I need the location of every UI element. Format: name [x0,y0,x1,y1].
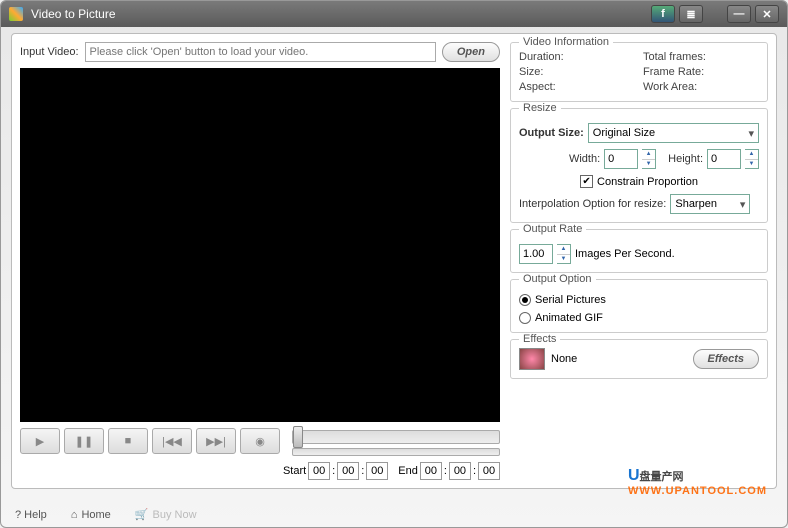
start-hour[interactable] [308,462,330,480]
output-size-select[interactable]: Original Size ▾ [588,123,759,143]
output-rate-group: Output Rate 1.00 ▲▼ Images Per Second. [510,229,768,273]
app-logo-icon [9,7,23,21]
footer: ? Help ⌂Home 🛒Buy Now [15,508,773,521]
play-button[interactable]: ▶ [20,428,60,454]
content-area: Input Video: Open ▶ ❚❚ ■ |◀◀ ▶▶| ◉ [11,33,777,489]
rate-input[interactable]: 1.00 [519,244,553,264]
range-slider[interactable] [292,448,500,456]
effects-button[interactable]: Effects [693,349,759,369]
effects-group: Effects None Effects [510,339,768,379]
app-window: Video to Picture f ≣ — ✕ Input Video: Op… [0,0,788,528]
menu-button[interactable]: ≣ [679,5,703,23]
facebook-button[interactable]: f [651,5,675,23]
capture-button[interactable]: ◉ [240,428,280,454]
width-label: Width: [569,153,600,165]
next-frame-button[interactable]: ▶▶| [196,428,236,454]
aspect-label: Aspect: [519,81,635,93]
start-sec[interactable] [366,462,388,480]
home-icon: ⌂ [71,509,78,521]
end-min[interactable] [449,462,471,480]
rate-spinner[interactable]: ▲▼ [557,244,571,264]
output-size-label: Output Size: [519,127,584,139]
input-video-field[interactable] [85,42,436,62]
video-info-group: Video Information Duration: Total frames… [510,42,768,102]
height-label: Height: [668,153,703,165]
seek-handle[interactable] [293,426,303,448]
rate-legend: Output Rate [519,223,586,235]
watermark: U盘量产网 WWW.UPANTOOL.COM [628,467,767,497]
minimize-button[interactable]: — [727,5,751,23]
video-preview [20,68,500,422]
start-min[interactable] [337,462,359,480]
rate-label: Images Per Second. [575,248,675,260]
duration-label: Duration: [519,51,635,63]
input-video-label: Input Video: [20,46,79,58]
end-sec[interactable] [478,462,500,480]
cart-icon: 🛒 [135,508,149,521]
seek-slider[interactable] [292,430,500,444]
workarea-label: Work Area: [643,81,759,93]
effect-name: None [551,353,687,365]
end-hour[interactable] [420,462,442,480]
interp-select[interactable]: Sharpen ▾ [670,194,750,214]
pause-button[interactable]: ❚❚ [64,428,104,454]
open-button[interactable]: Open [442,42,500,62]
option-legend: Output Option [519,273,596,285]
app-title: Video to Picture [31,7,647,21]
right-pane: Video Information Duration: Total frames… [510,42,768,480]
close-button[interactable]: ✕ [755,5,779,23]
end-label: End [398,465,418,477]
height-spinner[interactable]: ▲▼ [745,149,759,169]
video-info-legend: Video Information [519,36,613,48]
output-option-group: Output Option Serial Pictures Animated G… [510,279,768,333]
effects-legend: Effects [519,333,560,345]
height-input[interactable]: 0 [707,149,741,169]
size-label: Size: [519,66,635,78]
stop-button[interactable]: ■ [108,428,148,454]
buy-link[interactable]: 🛒Buy Now [135,508,197,521]
titlebar: Video to Picture f ≣ — ✕ [1,1,787,27]
constrain-checkbox[interactable]: ✔ Constrain Proportion [580,175,698,188]
interp-label: Interpolation Option for resize: [519,198,666,210]
left-pane: Input Video: Open ▶ ❚❚ ■ |◀◀ ▶▶| ◉ [20,42,500,480]
home-link[interactable]: ⌂Home [71,509,111,521]
effect-thumbnail [519,348,545,370]
resize-legend: Resize [519,102,561,114]
dropdown-arrow-icon: ▾ [748,127,754,140]
totalframes-label: Total frames: [643,51,759,63]
dropdown-arrow-icon: ▾ [740,198,746,211]
resize-group: Resize Output Size: Original Size ▾ Widt… [510,108,768,223]
prev-frame-button[interactable]: |◀◀ [152,428,192,454]
framerate-label: Frame Rate: [643,66,759,78]
serial-radio[interactable] [519,294,531,306]
gif-radio[interactable] [519,312,531,324]
help-link[interactable]: ? Help [15,509,47,521]
checkmark-icon: ✔ [580,175,593,188]
width-input[interactable]: 0 [604,149,638,169]
width-spinner[interactable]: ▲▼ [642,149,656,169]
start-label: Start [283,465,306,477]
